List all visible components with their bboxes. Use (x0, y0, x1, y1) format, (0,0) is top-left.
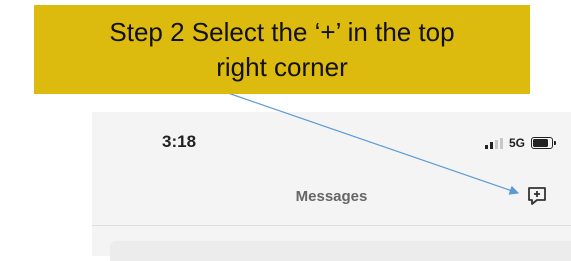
page-title: Messages (295, 188, 368, 205)
compose-message-icon[interactable] (526, 185, 548, 207)
header-divider (92, 225, 571, 226)
callout-line-2: right corner (216, 52, 348, 82)
status-indicators: 5G (484, 136, 556, 150)
signal-icon (484, 137, 503, 149)
battery-icon (531, 137, 556, 149)
conversation-list (110, 241, 571, 261)
network-label: 5G (508, 136, 525, 150)
callout-line-1: Step 2 Select the ‘+’ in the top (109, 17, 455, 47)
status-time: 3:18 (162, 132, 197, 151)
instruction-callout: Step 2 Select the ‘+’ in the top right c… (34, 5, 530, 94)
phone-screen: 3:18 5G Messages (92, 112, 571, 261)
